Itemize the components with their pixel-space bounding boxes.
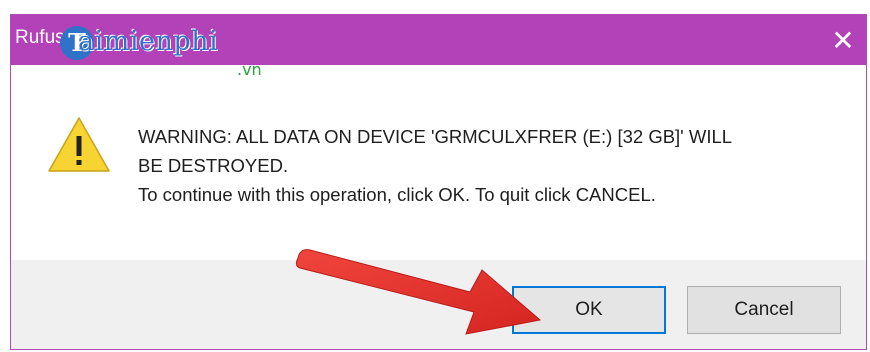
watermark-word: aimienphi <box>78 26 219 57</box>
message-line-3: To continue with this operation, click O… <box>138 184 656 205</box>
warning-triangle-icon <box>48 117 110 172</box>
warning-message: WARNING: ALL DATA ON DEVICE 'GRMCULXFRER… <box>138 122 838 209</box>
message-line-1: WARNING: ALL DATA ON DEVICE 'GRMCULXFRER… <box>138 126 733 147</box>
ok-button[interactable]: OK <box>512 286 666 334</box>
message-line-2: BE DESTROYED. <box>138 155 289 176</box>
message-area: WARNING: ALL DATA ON DEVICE 'GRMCULXFRER… <box>11 65 866 260</box>
cancel-button[interactable]: Cancel <box>687 286 841 334</box>
close-icon: ✕ <box>831 24 855 56</box>
button-bar: OK Cancel <box>11 260 866 349</box>
close-button[interactable]: ✕ <box>820 15 866 65</box>
watermark-suffix: .vn <box>237 60 262 79</box>
